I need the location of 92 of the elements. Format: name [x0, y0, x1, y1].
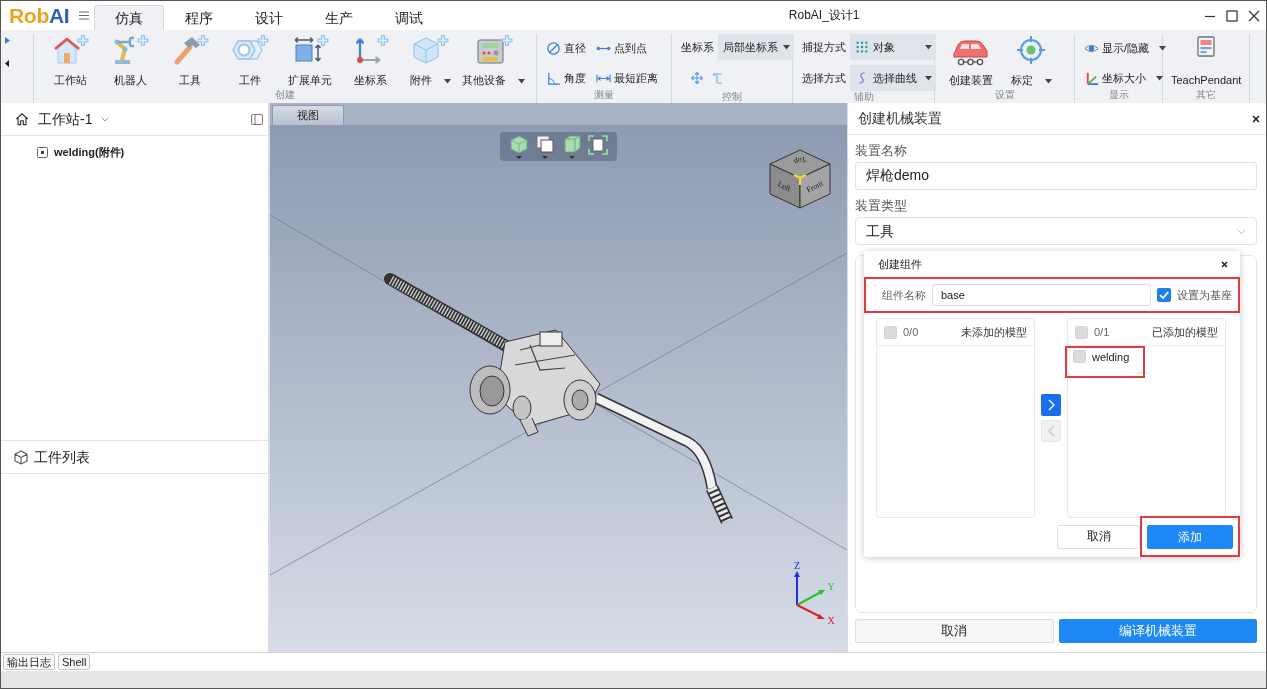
field-label: 选择方式 — [802, 70, 846, 86]
panel-title: 创建机械装置 — [858, 109, 942, 128]
caret-icon — [925, 44, 932, 50]
tree-item[interactable]: welding(附件) — [37, 145, 125, 160]
group-title: 设置 — [993, 89, 1016, 102]
chevron-right-icon — [1046, 399, 1056, 411]
text-field[interactable]: base — [932, 284, 1151, 306]
sidebar-toggle-icon[interactable] — [251, 113, 263, 125]
field-label: 捕捉方式 — [802, 39, 846, 55]
field-label: 装置类型 — [855, 198, 908, 214]
app-logo: RobAI — [9, 3, 70, 28]
axes-icon — [1084, 70, 1099, 86]
dropdown[interactable]: 对象 — [850, 34, 936, 60]
ribbon-button[interactable]: 标定 — [1001, 34, 1061, 87]
ribbon-button[interactable]: 工作站 — [40, 34, 100, 87]
expand-arrow-icon[interactable] — [5, 37, 10, 44]
field-label: 坐标系 — [681, 39, 714, 55]
caret-icon — [783, 44, 790, 50]
tab[interactable]: 视图 — [272, 105, 344, 125]
tab[interactable]: Shell — [58, 654, 91, 670]
maximize-icon[interactable] — [1226, 9, 1238, 22]
ribbon-button[interactable]: 显示/隐藏 — [1084, 39, 1167, 57]
checkbox[interactable] — [1075, 325, 1088, 339]
tab[interactable]: 程序 — [164, 5, 235, 30]
ribbon-button[interactable]: 创建装置 — [941, 34, 1001, 87]
list-item[interactable]: welding — [1065, 346, 1146, 379]
button[interactable]: 编译机械装置 — [1058, 619, 1257, 643]
close-icon[interactable] — [1252, 114, 1260, 123]
caret-icon — [925, 75, 932, 81]
ribbon-button[interactable]: 直径 — [546, 39, 586, 57]
group-title: 控制 — [721, 91, 743, 103]
ribbon-button[interactable]: 其他设备 — [460, 34, 527, 87]
diameter-icon — [546, 40, 561, 56]
close-icon[interactable] — [1248, 9, 1260, 22]
shaded-cube-icon[interactable] — [508, 133, 531, 160]
dropdown[interactable]: 局部坐标系 — [718, 34, 794, 60]
ribbon-button[interactable]: 坐标系 — [340, 34, 400, 87]
cube-icon — [410, 34, 450, 66]
panel-title: 工作站-1 — [38, 109, 93, 129]
ribbon-button[interactable]: 工具 — [160, 34, 220, 87]
group-title: 其它 — [1195, 89, 1217, 102]
dialog-title: 创建组件 — [878, 256, 922, 272]
overlapping-squares-icon[interactable] — [534, 133, 557, 160]
tab[interactable]: 输出日志 — [3, 654, 55, 670]
transfer-button[interactable] — [1041, 394, 1061, 416]
ribbon-button[interactable]: 机器人 — [100, 34, 160, 87]
chevron-down-icon[interactable] — [101, 116, 110, 122]
ribbon-button[interactable]: TeachPendant — [1169, 34, 1244, 87]
tab[interactable]: 仿真 — [94, 5, 165, 30]
item-count: 0/0 — [903, 324, 919, 340]
view-cube[interactable]: Top Left Front — [767, 147, 833, 211]
item-count: 0/1 — [1094, 324, 1110, 340]
field-label: 装置名称 — [855, 143, 908, 159]
collapse-arrow-icon[interactable] — [5, 60, 9, 67]
ribbon-button[interactable]: 点到点 — [596, 39, 658, 57]
button[interactable]: 取消 — [855, 619, 1054, 643]
ribbon-button[interactable]: 工件 — [220, 34, 280, 87]
group-title: 显示 — [1107, 89, 1130, 102]
button[interactable]: 取消 — [1057, 524, 1140, 549]
section-title: 工件列表 — [34, 447, 90, 467]
text-field[interactable]: 焊枪demo — [855, 162, 1257, 190]
menu-icon[interactable] — [79, 11, 90, 20]
window-title: RobAI_设计1 — [787, 7, 861, 24]
ribbon-button[interactable]: 最短距离 — [596, 69, 658, 87]
ribbon-button[interactable]: 附件 — [400, 34, 460, 87]
group-title: 测量 — [593, 89, 615, 102]
field-label: 组件名称 — [882, 287, 926, 303]
select-field[interactable]: 工具 — [855, 217, 1257, 245]
dropdown[interactable]: 选择曲线 — [850, 65, 936, 91]
tab[interactable]: 设计 — [234, 5, 305, 30]
list-title: 未添加的模型 — [961, 324, 1027, 340]
button[interactable]: 添加 — [1147, 525, 1233, 549]
group-title: 创建 — [274, 89, 296, 102]
list-title: 已添加的模型 — [1152, 324, 1218, 340]
close-icon[interactable] — [1221, 260, 1228, 268]
tab[interactable]: 生产 — [304, 5, 375, 30]
cube-icon — [14, 449, 28, 465]
angle-icon — [546, 70, 561, 86]
move-icon[interactable] — [691, 72, 703, 84]
dot-grid-icon — [855, 40, 869, 54]
checkbox-label: 设置为基座 — [1177, 287, 1232, 303]
checkbox[interactable] — [1157, 288, 1171, 302]
ribbon-button[interactable]: 坐标大小 — [1084, 69, 1167, 87]
home-icon — [15, 112, 29, 126]
group-title: 辅助 — [852, 91, 875, 103]
tab[interactable]: 调试 — [374, 5, 445, 30]
ribbon-button[interactable]: 扩展单元 — [280, 34, 340, 87]
checkbox[interactable] — [1073, 350, 1086, 363]
chevron-down-icon — [1237, 228, 1246, 234]
checkbox[interactable] — [884, 325, 897, 339]
ribbon-button[interactable]: 角度 — [546, 69, 586, 87]
chevron-left-icon — [1046, 425, 1056, 437]
